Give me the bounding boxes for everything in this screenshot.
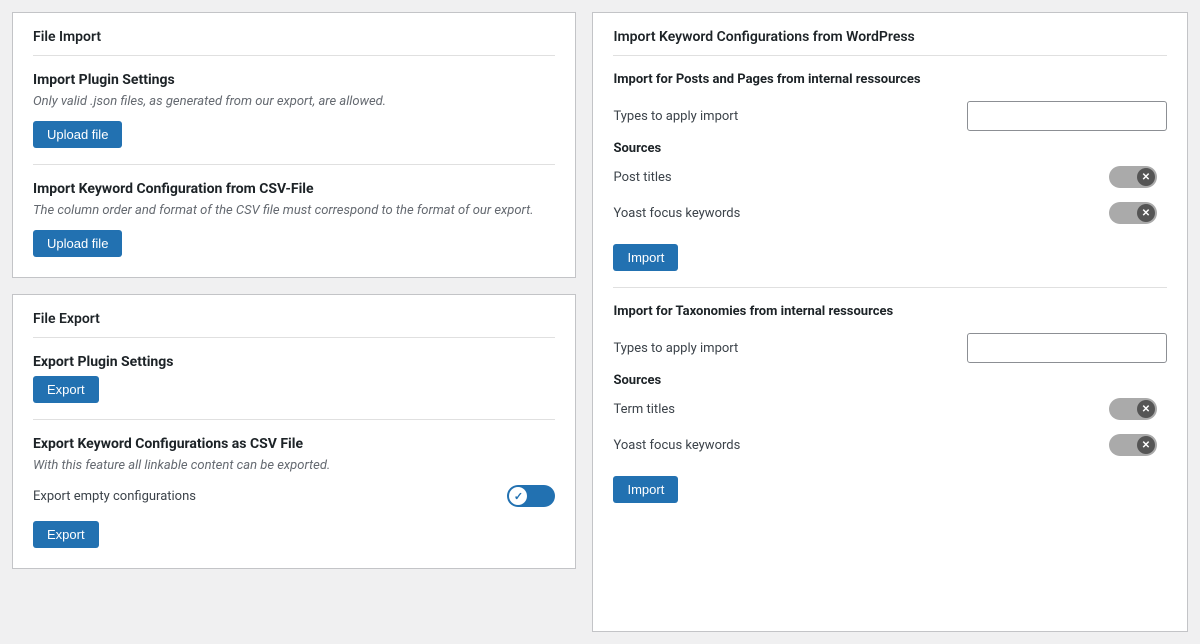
post-titles-row: Post titles ✕	[613, 164, 1167, 190]
posts-yoast-row: Yoast focus keywords ✕	[613, 200, 1167, 226]
export-button-1[interactable]: Export	[33, 376, 99, 403]
file-import-title: File Import	[33, 29, 555, 56]
right-divider	[613, 287, 1167, 288]
export-toggle-row: Export empty configurations ✓	[33, 485, 555, 507]
toggle-thumb: ✓	[509, 487, 527, 505]
import-plugin-settings-note: Only valid .json files, as generated fro…	[33, 94, 555, 109]
posts-yoast-toggle[interactable]: ✕	[1109, 200, 1167, 226]
taxonomies-types-input[interactable]	[967, 333, 1167, 363]
right-panel-title: Import Keyword Configurations from WordP…	[613, 29, 1167, 56]
file-export-panel: File Export Export Plugin Settings Expor…	[12, 294, 576, 569]
upload-file-button-1[interactable]: Upload file	[33, 121, 122, 148]
taxonomies-types-row: Types to apply import	[613, 333, 1167, 363]
term-titles-toggle[interactable]: ✕	[1109, 396, 1167, 422]
export-plugin-settings-heading: Export Plugin Settings	[33, 354, 555, 370]
post-titles-label: Post titles	[613, 170, 671, 185]
file-export-title: File Export	[33, 311, 555, 338]
taxonomies-yoast-label: Yoast focus keywords	[613, 438, 740, 453]
upload-file-button-2[interactable]: Upload file	[33, 230, 122, 257]
taxonomies-sources-label: Sources	[613, 373, 1167, 388]
posts-yoast-label: Yoast focus keywords	[613, 206, 740, 221]
post-titles-toggle[interactable]: ✕	[1109, 164, 1167, 190]
posts-sources-label: Sources	[613, 141, 1167, 156]
taxonomies-types-label: Types to apply import	[613, 341, 738, 356]
csv-import-note: The column order and format of the CSV f…	[33, 203, 555, 218]
taxonomies-heading: Import for Taxonomies from internal ress…	[613, 304, 1167, 319]
csv-export-note: With this feature all linkable content c…	[33, 458, 555, 473]
csv-export-heading: Export Keyword Configurations as CSV Fil…	[33, 436, 555, 452]
term-titles-thumb: ✕	[1137, 400, 1155, 418]
taxonomies-yoast-toggle[interactable]: ✕	[1109, 432, 1167, 458]
posts-types-row: Types to apply import	[613, 101, 1167, 131]
posts-yoast-thumb: ✕	[1137, 204, 1155, 222]
export-toggle-label: Export empty configurations	[33, 489, 196, 504]
term-titles-row: Term titles ✕	[613, 396, 1167, 422]
taxonomies-yoast-row: Yoast focus keywords ✕	[613, 432, 1167, 458]
export-empty-toggle[interactable]: ✓	[507, 485, 555, 507]
posts-section: Import for Posts and Pages from internal…	[613, 72, 1167, 271]
divider-2	[33, 419, 555, 420]
file-import-panel: File Import Import Plugin Settings Only …	[12, 12, 576, 278]
right-panel: Import Keyword Configurations from WordP…	[592, 12, 1188, 632]
csv-import-heading: Import Keyword Configuration from CSV-Fi…	[33, 181, 555, 197]
posts-import-button[interactable]: Import	[613, 244, 678, 271]
posts-section-heading: Import for Posts and Pages from internal…	[613, 72, 1167, 87]
taxonomies-import-button[interactable]: Import	[613, 476, 678, 503]
divider-1	[33, 164, 555, 165]
import-plugin-settings-heading: Import Plugin Settings	[33, 72, 555, 88]
export-button-2[interactable]: Export	[33, 521, 99, 548]
post-titles-thumb: ✕	[1137, 168, 1155, 186]
posts-types-label: Types to apply import	[613, 109, 738, 124]
posts-types-input[interactable]	[967, 101, 1167, 131]
taxonomies-yoast-thumb: ✕	[1137, 436, 1155, 454]
term-titles-label: Term titles	[613, 402, 674, 417]
taxonomies-section: Import for Taxonomies from internal ress…	[613, 304, 1167, 503]
